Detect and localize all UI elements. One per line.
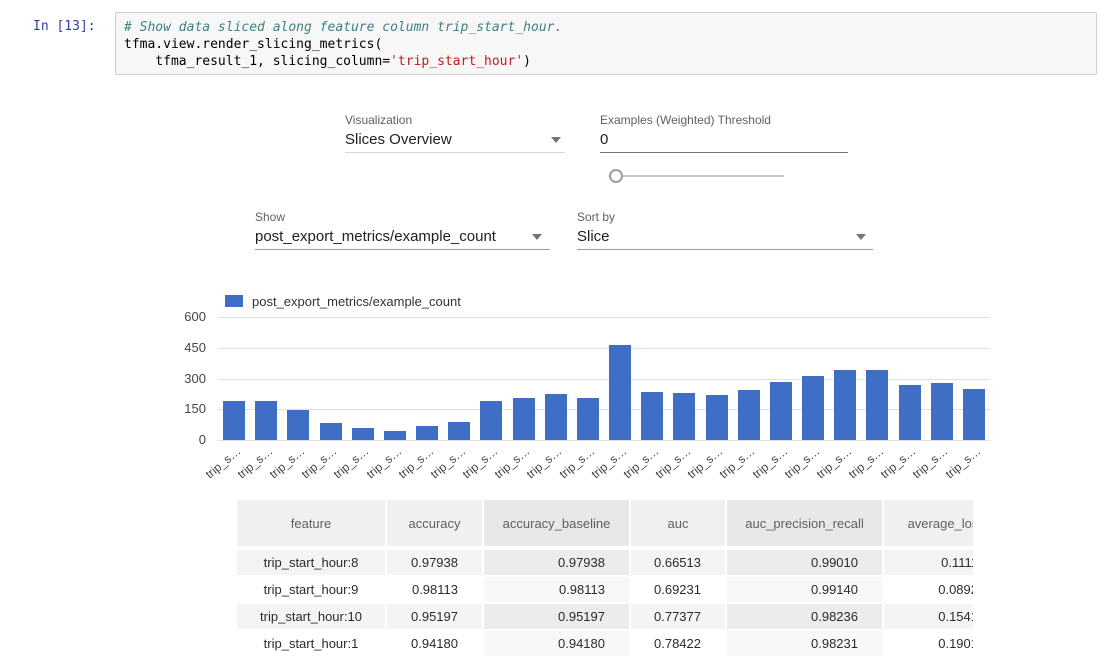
y-axis-labels: 0150300450600: [158, 317, 206, 440]
notebook-page: In [13]: # Show data sliced along featur…: [0, 0, 1111, 668]
legend-label: post_export_metrics/example_count: [252, 294, 461, 309]
metric-cell: 0.98113: [387, 575, 484, 602]
metric-cell: 0.66513: [631, 548, 727, 575]
bar[interactable]: [738, 390, 760, 440]
sort-by-label: Sort by: [577, 210, 615, 224]
column-header[interactable]: average_los: [884, 500, 973, 548]
metric-cell: 0.97938: [484, 548, 631, 575]
metric-cell: 0.1111: [884, 548, 973, 575]
threshold-underline: [600, 152, 848, 153]
sort-by-underline: [577, 249, 873, 250]
column-header[interactable]: accuracy: [387, 500, 484, 548]
legend-swatch: [225, 295, 243, 307]
slider-knob[interactable]: [609, 169, 623, 183]
bar[interactable]: [320, 423, 342, 440]
feature-cell: trip_start_hour:1: [237, 629, 387, 656]
visualization-underline: [345, 152, 565, 153]
metric-cell: 0.95197: [387, 602, 484, 629]
y-axis-tick: 0: [158, 432, 206, 447]
code-line: tfma_result_1, slicing_column=: [124, 54, 390, 69]
bar[interactable]: [609, 345, 631, 440]
bar[interactable]: [802, 376, 824, 440]
bar[interactable]: [866, 370, 888, 440]
metric-cell: 0.95197: [484, 602, 631, 629]
bar[interactable]: [963, 389, 985, 440]
metric-cell: 0.1541: [884, 602, 973, 629]
bar[interactable]: [223, 401, 245, 440]
bar[interactable]: [352, 428, 374, 440]
bar[interactable]: [577, 398, 599, 440]
code-cell[interactable]: # Show data sliced along feature column …: [115, 12, 1097, 75]
bar[interactable]: [384, 431, 406, 440]
metric-cell: 0.78422: [631, 629, 727, 656]
chevron-down-icon[interactable]: [856, 234, 866, 240]
feature-cell: trip_start_hour:8: [237, 548, 387, 575]
column-header[interactable]: feature: [237, 500, 387, 548]
code-comment: # Show data sliced along feature column …: [124, 20, 562, 35]
metric-cell: 0.69231: [631, 575, 727, 602]
bar[interactable]: [287, 410, 309, 440]
visualization-select[interactable]: Slices Overview: [345, 131, 452, 148]
bar[interactable]: [416, 426, 438, 440]
threshold-slider[interactable]: [622, 175, 784, 177]
x-axis-labels: trip_s…trip_s…trip_s…trip_s…trip_s…trip_…: [218, 442, 990, 486]
metric-cell: 0.99140: [727, 575, 884, 602]
column-header[interactable]: accuracy_baseline: [484, 500, 631, 548]
threshold-label: Examples (Weighted) Threshold: [600, 113, 771, 127]
table-row: trip_start_hour:80.979380.979380.665130.…: [237, 548, 973, 575]
table-row: trip_start_hour:90.981130.981130.692310.…: [237, 575, 973, 602]
y-axis-tick: 300: [158, 371, 206, 386]
cell-prompt: In [13]:: [33, 19, 111, 34]
code-line: ): [523, 54, 531, 69]
feature-cell: trip_start_hour:10: [237, 602, 387, 629]
x-axis-label: trip_s…: [202, 444, 243, 481]
metric-cell: 0.1901: [884, 629, 973, 656]
y-axis-tick: 600: [158, 309, 206, 324]
code-line: tfma.view.render_slicing_metrics(: [124, 37, 382, 52]
bar[interactable]: [255, 401, 277, 440]
chevron-down-icon[interactable]: [532, 234, 542, 240]
metric-cell: 0.98113: [484, 575, 631, 602]
metric-cell: 0.97938: [387, 548, 484, 575]
bar[interactable]: [673, 393, 695, 440]
bar[interactable]: [513, 398, 535, 440]
bar[interactable]: [448, 422, 470, 440]
bar[interactable]: [641, 392, 663, 440]
table-row: trip_start_hour:10.941800.941800.784220.…: [237, 629, 973, 656]
threshold-input[interactable]: 0: [600, 131, 608, 148]
metric-cell: 0.94180: [387, 629, 484, 656]
metric-cell: 0.98236: [727, 602, 884, 629]
y-axis-tick: 150: [158, 401, 206, 416]
metric-cell: 0.98231: [727, 629, 884, 656]
metric-cell: 0.77377: [631, 602, 727, 629]
metrics-table-container: featureaccuracyaccuracy_baselineaucauc_p…: [237, 500, 973, 656]
bar[interactable]: [931, 383, 953, 440]
gridline: [218, 348, 990, 349]
bar[interactable]: [545, 394, 567, 440]
table-row: trip_start_hour:100.951970.951970.773770…: [237, 602, 973, 629]
sort-by-select[interactable]: Slice: [577, 228, 610, 245]
bar[interactable]: [480, 401, 502, 440]
bar[interactable]: [899, 385, 921, 440]
show-underline: [255, 249, 550, 250]
bar[interactable]: [770, 382, 792, 440]
metrics-table: featureaccuracyaccuracy_baselineaucauc_p…: [237, 500, 973, 656]
feature-cell: trip_start_hour:9: [237, 575, 387, 602]
gridline: [218, 317, 990, 318]
column-header[interactable]: auc_precision_recall: [727, 500, 884, 548]
bar[interactable]: [834, 370, 856, 440]
y-axis-tick: 450: [158, 340, 206, 355]
show-select[interactable]: post_export_metrics/example_count: [255, 228, 496, 245]
gridline: [218, 440, 990, 441]
column-header[interactable]: auc: [631, 500, 727, 548]
metric-cell: 0.94180: [484, 629, 631, 656]
code-string: 'trip_start_hour': [390, 54, 523, 69]
chevron-down-icon[interactable]: [551, 137, 561, 143]
bar-plot: [218, 317, 990, 440]
show-label: Show: [255, 210, 285, 224]
visualization-label: Visualization: [345, 113, 412, 127]
bar[interactable]: [706, 395, 728, 440]
metric-cell: 0.99010: [727, 548, 884, 575]
metric-cell: 0.0892: [884, 575, 973, 602]
